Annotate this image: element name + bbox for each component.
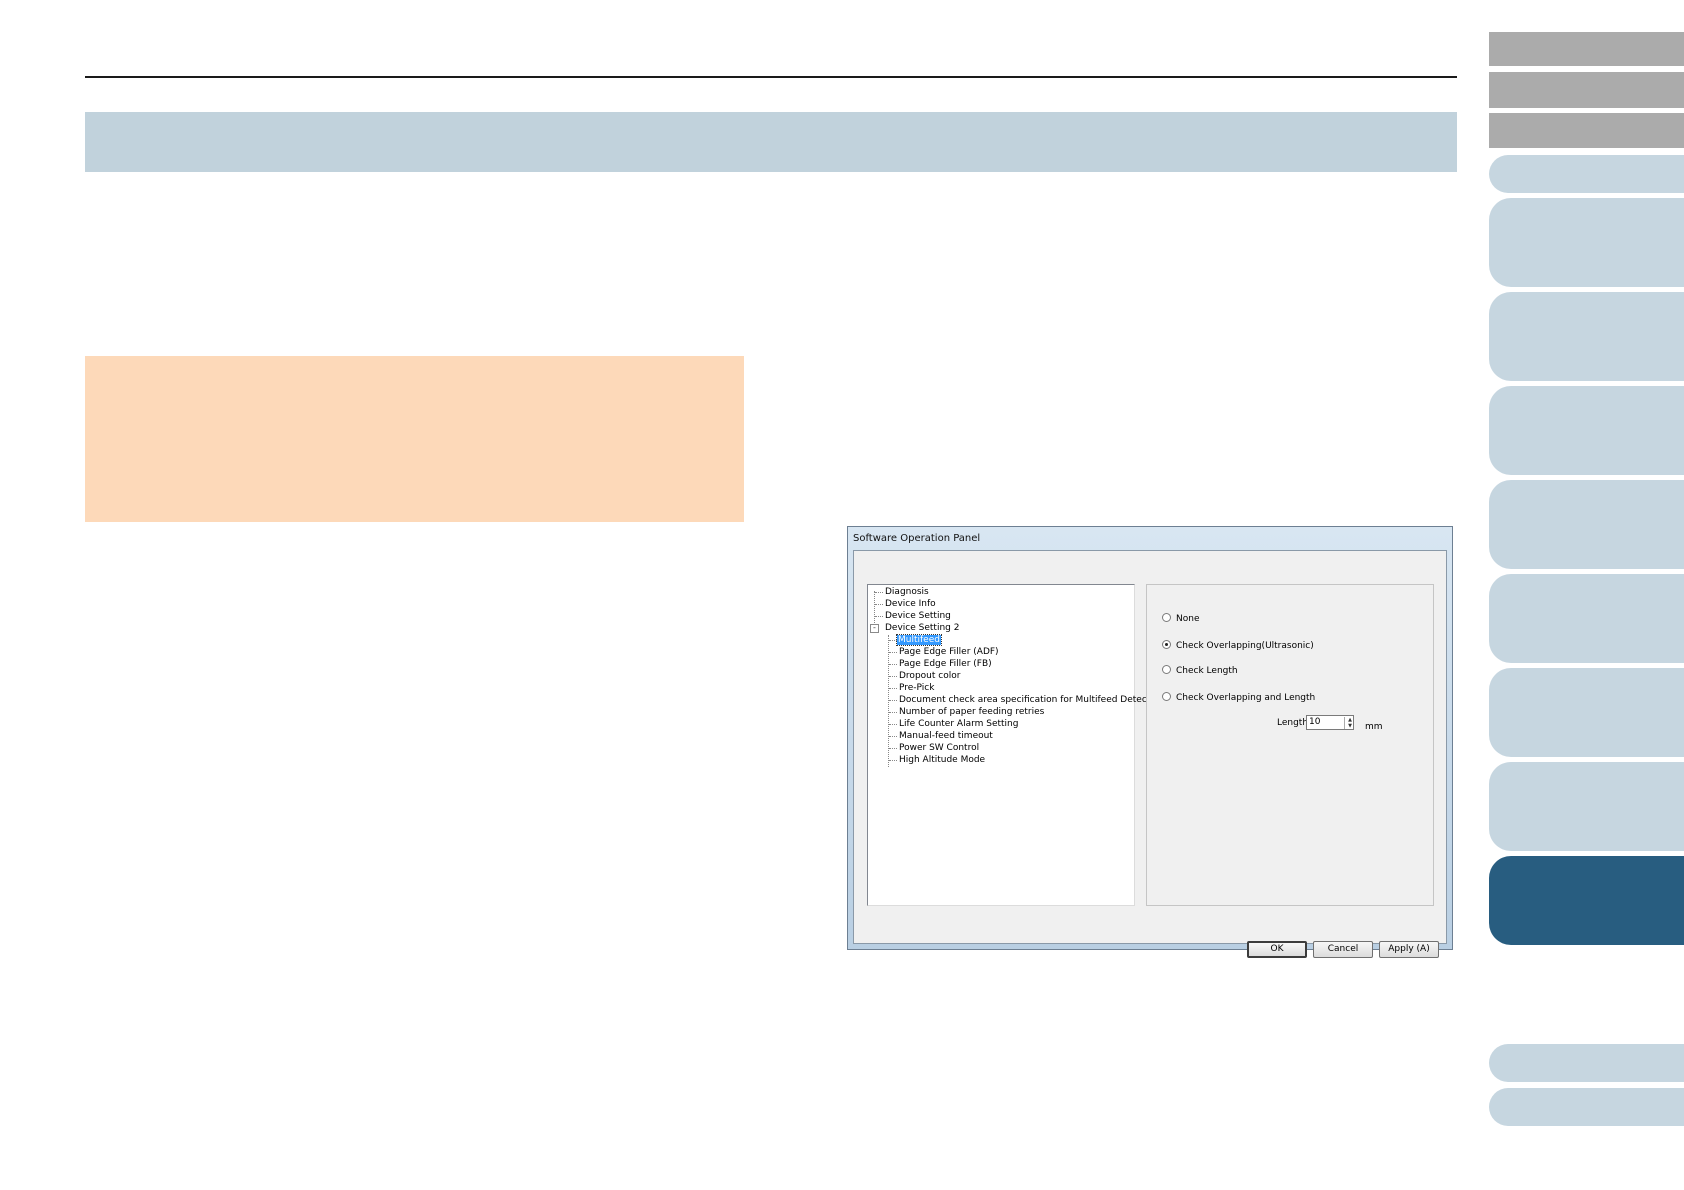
length-setting: Length 10 ▲ ▼ mm — [1277, 715, 1383, 732]
radio-label: None — [1176, 614, 1200, 624]
tree-item-diagnosis[interactable]: Diagnosis — [884, 586, 930, 598]
tree-item-page-edge-filler-fb[interactable]: Page Edge Filler (FB) — [898, 658, 993, 670]
spin-down-icon[interactable]: ▼ — [1345, 723, 1355, 729]
tree-connector — [889, 676, 897, 677]
nav-tab-chapter-5[interactable] — [1489, 574, 1684, 663]
tree-connector — [889, 748, 897, 749]
tree-item-document-check-area[interactable]: Document check area specification for Mu… — [898, 694, 1165, 706]
tree-item-power-sw-control[interactable]: Power SW Control — [898, 742, 980, 754]
tree-connector — [875, 616, 883, 617]
tree-connector — [889, 688, 897, 689]
nav-tab-introduction[interactable] — [1489, 155, 1684, 193]
tree-connector — [889, 736, 897, 737]
length-unit: mm — [1365, 722, 1383, 732]
radio-label: Check Length — [1176, 666, 1238, 676]
attention-note-box — [85, 356, 744, 522]
tree-item-life-counter-alarm[interactable]: Life Counter Alarm Setting — [898, 718, 1019, 730]
tree-item-page-edge-filler-adf[interactable]: Page Edge Filler (ADF) — [898, 646, 1000, 658]
tree-connector — [889, 700, 897, 701]
dialog-body: Diagnosis Device Info Device Setting - D… — [853, 550, 1447, 958]
radio-check-overlapping[interactable]: Check Overlapping(Ultrasonic) — [1162, 640, 1314, 652]
settings-tree[interactable]: Diagnosis Device Info Device Setting - D… — [867, 584, 1164, 906]
nav-tab-chapter-8-current[interactable] — [1489, 856, 1684, 945]
tree-item-high-altitude-mode[interactable]: High Altitude Mode — [898, 754, 986, 766]
radio-check-overlapping-and-length[interactable]: Check Overlapping and Length — [1162, 692, 1315, 704]
tree-item-device-info[interactable]: Device Info — [884, 598, 937, 610]
tree-item-multifeed[interactable]: Multifeed — [896, 634, 942, 646]
ok-button[interactable]: OK — [1247, 941, 1307, 958]
tree-collapse-icon[interactable]: - — [870, 624, 879, 633]
apply-button[interactable]: Apply (A) — [1379, 941, 1439, 958]
tree-item-device-setting[interactable]: Device Setting — [884, 610, 952, 622]
tree-item-paper-feeding-retries[interactable]: Number of paper feeding retries — [898, 706, 1045, 718]
radio-label: Check Overlapping(Ultrasonic) — [1176, 641, 1314, 651]
spin-buttons[interactable]: ▲ ▼ — [1344, 717, 1355, 729]
nav-tab-glossary[interactable] — [1489, 1088, 1684, 1126]
tree-connector — [889, 760, 897, 761]
nav-tab-chapter-2[interactable] — [1489, 292, 1684, 381]
tree-connector — [889, 640, 897, 641]
length-value: 10 — [1309, 717, 1321, 727]
tree-connector — [889, 664, 897, 665]
length-stepper[interactable]: 10 ▲ ▼ — [1306, 715, 1354, 730]
section-title-band — [85, 112, 1457, 172]
nav-tab-chapter-1[interactable] — [1489, 198, 1684, 287]
radio-none[interactable]: None — [1162, 613, 1199, 625]
nav-tab-index[interactable] — [1489, 113, 1684, 148]
tree-item-dropout-color[interactable]: Dropout color — [898, 670, 961, 682]
cancel-button[interactable]: Cancel — [1313, 941, 1373, 958]
header-rule — [85, 76, 1457, 78]
software-operation-panel-dialog: Software Operation Panel Diagnosis Devic… — [847, 526, 1453, 958]
tree-connector — [889, 652, 897, 653]
radio-button-icon[interactable] — [1162, 665, 1171, 674]
tree-connector — [875, 592, 883, 593]
nav-tab-appendix[interactable] — [1489, 1044, 1684, 1082]
tree-connector — [889, 724, 897, 725]
multifeed-options-panel: None Check Overlapping(Ultrasonic) Check… — [1146, 584, 1434, 906]
tree-connector — [889, 712, 897, 713]
nav-tab-chapter-6[interactable] — [1489, 668, 1684, 757]
tree-connector — [875, 604, 883, 605]
length-label: Length — [1277, 718, 1309, 728]
dialog-title: Software Operation Panel — [853, 533, 981, 544]
nav-tab-chapter-3[interactable] — [1489, 386, 1684, 475]
nav-tab-contents[interactable] — [1489, 72, 1684, 108]
radio-label: Check Overlapping and Length — [1176, 693, 1316, 703]
nav-tab-front-cover[interactable] — [1489, 32, 1684, 66]
nav-tab-chapter-4[interactable] — [1489, 480, 1684, 569]
radio-button-checked-icon[interactable] — [1162, 640, 1171, 649]
tree-item-pre-pick[interactable]: Pre-Pick — [898, 682, 935, 694]
radio-button-icon[interactable] — [1162, 692, 1171, 701]
radio-check-length[interactable]: Check Length — [1162, 665, 1238, 677]
radio-button-icon[interactable] — [1162, 613, 1171, 622]
tree-item-manual-feed-timeout[interactable]: Manual-feed timeout — [898, 730, 994, 742]
tree-item-device-setting-2[interactable]: Device Setting 2 — [884, 622, 960, 634]
nav-tab-chapter-7[interactable] — [1489, 762, 1684, 851]
